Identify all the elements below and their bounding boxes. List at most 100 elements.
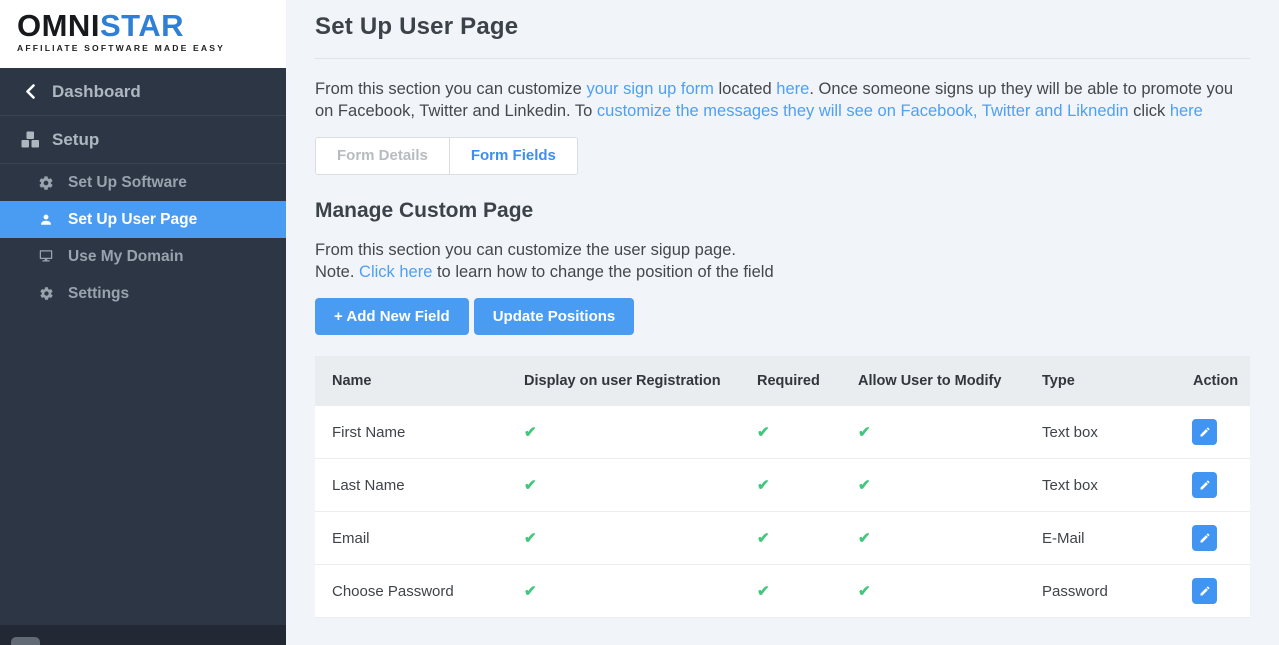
inline-link[interactable]: Click here bbox=[359, 263, 432, 281]
sidebar-item-label: Settings bbox=[68, 284, 130, 302]
check-icon: ✔ bbox=[757, 583, 770, 600]
action-cell bbox=[1176, 472, 1250, 498]
column-header-type: Type bbox=[1042, 373, 1075, 389]
pencil-icon bbox=[1199, 479, 1211, 491]
required-check-cell: ✔ bbox=[740, 529, 841, 547]
display-check-cell: ✔ bbox=[507, 423, 740, 441]
inline-link[interactable]: here bbox=[776, 80, 809, 98]
required-check-cell: ✔ bbox=[740, 476, 841, 494]
sidebar-item-label: Dashboard bbox=[52, 81, 141, 101]
page-title: Set Up User Page bbox=[315, 13, 519, 40]
update-positions-button[interactable]: Update Positions bbox=[473, 298, 635, 335]
tab-form-fields[interactable]: Form Fields bbox=[448, 138, 577, 174]
action-cell bbox=[1176, 578, 1250, 604]
check-icon: ✔ bbox=[524, 530, 537, 547]
sidebar-section-label: Setup bbox=[52, 129, 100, 149]
check-icon: ✔ bbox=[757, 424, 770, 441]
brand-logo: OMNISTAR AFFILIATE SOFTWARE MADE EASY bbox=[0, 0, 286, 68]
cubes-icon bbox=[18, 131, 42, 148]
section-title: Manage Custom Page bbox=[315, 199, 534, 222]
monitor-icon bbox=[34, 249, 58, 264]
sidebar-footer bbox=[0, 625, 286, 645]
field-type: Text box bbox=[1042, 423, 1098, 441]
user-icon bbox=[34, 212, 58, 227]
pencil-icon bbox=[1199, 532, 1211, 544]
action-cell bbox=[1176, 419, 1250, 445]
section-description-line1: From this section you can customize the … bbox=[315, 241, 736, 259]
display-check-cell: ✔ bbox=[507, 582, 740, 600]
section-description: From this section you can customize the … bbox=[315, 239, 1250, 283]
gear-icon bbox=[34, 286, 58, 301]
column-header-action: Action bbox=[1193, 373, 1239, 389]
sidebar: OMNISTAR AFFILIATE SOFTWARE MADE EASY Da… bbox=[0, 0, 286, 645]
required-check-cell: ✔ bbox=[740, 582, 841, 600]
edit-field-button[interactable] bbox=[1192, 419, 1217, 445]
modify-check-cell: ✔ bbox=[841, 476, 1025, 494]
sidebar-item-label: Set Up Software bbox=[68, 173, 187, 191]
add-new-field-button[interactable]: + Add New Field bbox=[315, 298, 469, 335]
table-row: First Name ✔ ✔ ✔ Text box bbox=[315, 406, 1250, 459]
column-header-required: Required bbox=[757, 373, 820, 389]
check-icon: ✔ bbox=[524, 477, 537, 494]
inline-link[interactable]: customize the messages they will see on … bbox=[597, 102, 1129, 120]
inline-text: click bbox=[1128, 102, 1170, 120]
check-icon: ✔ bbox=[757, 477, 770, 494]
inline-link[interactable]: here bbox=[1170, 102, 1203, 120]
inline-link[interactable]: your sign up form bbox=[586, 80, 713, 98]
inline-text: to learn how to change the position of t… bbox=[432, 263, 774, 281]
field-name: Choose Password bbox=[332, 582, 454, 600]
sidebar-item-label: Set Up User Page bbox=[68, 210, 198, 228]
inline-text: Note. bbox=[315, 263, 360, 281]
tab-form-details[interactable]: Form Details bbox=[316, 138, 449, 174]
action-cell bbox=[1176, 525, 1250, 551]
edit-field-button[interactable] bbox=[1192, 578, 1217, 604]
table-row: Email ✔ ✔ ✔ E-Mail bbox=[315, 512, 1250, 565]
check-icon: ✔ bbox=[858, 477, 871, 494]
gears-icon bbox=[34, 175, 58, 191]
pencil-icon bbox=[1199, 585, 1211, 597]
intro-paragraph: From this section you can customize your… bbox=[315, 78, 1250, 122]
field-type: Text box bbox=[1042, 476, 1098, 494]
form-tabs: Form Details Form Fields bbox=[315, 137, 578, 175]
action-buttons: + Add New Field Update Positions bbox=[315, 298, 1250, 335]
column-header-allow-user-to-modify: Allow User to Modify bbox=[858, 373, 1002, 389]
display-check-cell: ✔ bbox=[507, 529, 740, 547]
sidebar-section-setup[interactable]: Setup bbox=[0, 116, 286, 164]
field-type: Password bbox=[1042, 582, 1108, 600]
sidebar-item-settings[interactable]: Settings bbox=[0, 275, 286, 312]
section-description-note: Note. Click here to learn how to change … bbox=[315, 261, 1250, 283]
field-type: E-Mail bbox=[1042, 529, 1085, 547]
sidebar-item-label: Use My Domain bbox=[68, 247, 184, 265]
edit-field-button[interactable] bbox=[1192, 472, 1217, 498]
sidebar-item-dashboard[interactable]: Dashboard bbox=[0, 68, 286, 116]
main-content: Set Up User Page From this section you c… bbox=[286, 0, 1279, 645]
required-check-cell: ✔ bbox=[740, 423, 841, 441]
brand-name-secondary: STAR bbox=[99, 8, 185, 43]
check-icon: ✔ bbox=[524, 424, 537, 441]
display-check-cell: ✔ bbox=[507, 476, 740, 494]
inline-text: From this section you can customize bbox=[315, 80, 587, 98]
inline-text: located bbox=[713, 80, 777, 98]
field-name: Email bbox=[332, 529, 370, 547]
edit-field-button[interactable] bbox=[1192, 525, 1217, 551]
brand-name: OMNISTAR bbox=[17, 10, 286, 42]
sidebar-item-use-my-domain[interactable]: Use My Domain bbox=[0, 238, 286, 275]
modify-check-cell: ✔ bbox=[841, 529, 1025, 547]
modify-check-cell: ✔ bbox=[841, 582, 1025, 600]
pencil-icon bbox=[1199, 426, 1211, 438]
chevron-left-icon bbox=[18, 84, 42, 99]
sidebar-item-set-up-software[interactable]: Set Up Software bbox=[0, 164, 286, 201]
check-icon: ✔ bbox=[757, 530, 770, 547]
sidebar-item-set-up-user-page[interactable]: Set Up User Page bbox=[0, 201, 286, 238]
brand-tagline: AFFILIATE SOFTWARE MADE EASY bbox=[17, 43, 226, 53]
field-name: Last Name bbox=[332, 476, 405, 494]
check-icon: ✔ bbox=[858, 530, 871, 547]
sidebar-nav-items: Set Up Software Set Up User Page Use My Do… bbox=[0, 164, 286, 312]
sidebar-nav: Dashboard Setup Set Up Software Set Up Us… bbox=[0, 68, 286, 625]
fields-table: Name Display on user Registration Required… bbox=[315, 356, 1250, 618]
table-body: First Name ✔ ✔ ✔ Text box Last Name ✔ ✔ ✔ Text bo… bbox=[315, 406, 1250, 618]
table-row: Choose Password ✔ ✔ ✔ Password bbox=[315, 565, 1250, 618]
brand-name-primary: OMNI bbox=[17, 8, 100, 43]
column-header-name: Name bbox=[332, 373, 372, 389]
check-icon: ✔ bbox=[858, 424, 871, 441]
